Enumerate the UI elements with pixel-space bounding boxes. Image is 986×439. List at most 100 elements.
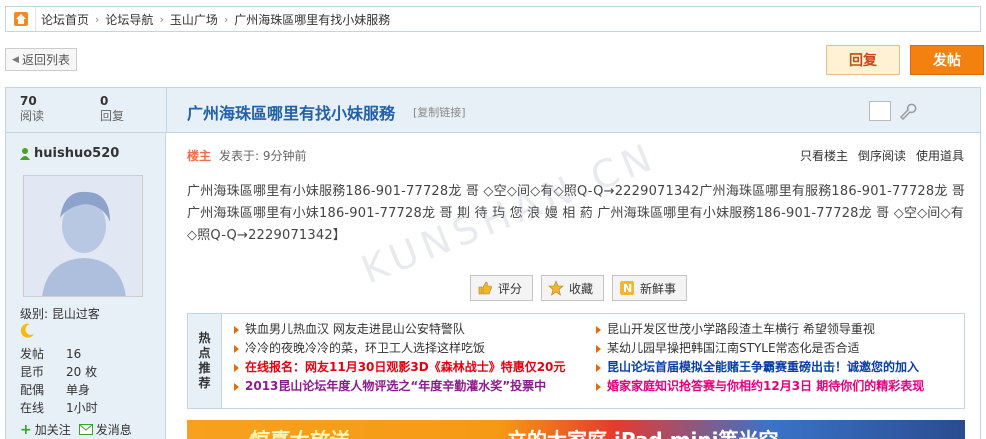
caret-left-icon: ◀ [12,54,19,65]
bullet-arrow-icon [234,382,239,391]
favorite-button[interactable]: 收藏 [541,275,605,301]
hot-item[interactable]: 昆山开发区世茂小学路段渣土车横行 希望领导重视 [596,320,924,339]
hot-item-link[interactable]: 冷冷的夜晚冷冷的菜，环卫工人选择这样吃饭 [245,339,485,358]
views-stat: 70 阅读 [6,88,86,132]
hot-item-link[interactable]: 昆山论坛首届模拟全能赌王争霸赛重磅出击！诚邀您的加入 [607,358,919,377]
rate-button[interactable]: 评分 [470,275,534,301]
reverse-order-link[interactable]: 倒序阅读 [858,147,906,164]
info-value: 1小时 [66,401,98,415]
hot-label-char: 点 [198,346,211,360]
post-links: 只看楼主 倒序阅读 使用道具 [800,147,964,164]
avatar[interactable] [23,175,143,297]
share-news-button[interactable]: N 新鲜事 [612,275,688,301]
user-online-icon [20,148,30,160]
replies-count: 0 [100,94,109,108]
post-time: 发表于: 9分钟前 [219,149,307,163]
hot-item-link[interactable]: 在线报名：网友11月30日观影3D《森林战士》特惠仅20元 [245,358,565,377]
new-post-button[interactable]: 发帖 [910,45,984,75]
star-icon [548,280,564,296]
bullet-arrow-icon [234,325,239,334]
hot-list-left: 铁血男儿热血汉 网友走进昆山公安特警队 冷冷的夜晚冷冷的菜，环卫工人选择这样吃饭在… [234,320,565,396]
post-meta: 楼主 发表于: 9分钟前 [187,147,307,164]
plus-icon: + [20,421,32,438]
info-row: 昆币 20 枚 [20,363,98,381]
back-label: 返回列表 [21,53,70,67]
info-key: 配偶 [20,383,45,397]
author-name[interactable]: huishuo520 [19,146,119,161]
news-icon: N [620,281,635,295]
ad-banner[interactable]: 惊喜大放送 立的大家庭 iPad mini等米空 [187,420,965,439]
svg-text:N: N [623,282,632,295]
hot-recommend-label: 热 点 推 荐 [188,314,222,408]
views-count: 70 [20,94,37,108]
hot-item[interactable]: 某幼儿园早操把韩国江南STYLE常态化是否合适 [596,339,924,358]
hot-item-link[interactable]: 铁血男儿热血汉 网友走进昆山公安特警队 [245,320,465,339]
thread-stats: 70 阅读 0 回复 [6,88,166,132]
breadcrumb-thread[interactable]: 广州海珠區哪里有找小妹服務 [229,11,395,28]
home-icon[interactable] [6,7,36,31]
thread-header: 70 阅读 0 回复 广州海珠區哪里有找小妹服務 [复制链接] [5,87,981,133]
replies-label: 回复 [100,109,125,123]
breadcrumb-nav[interactable]: 论坛导航 [100,11,158,28]
back-to-list-button[interactable]: ◀ 返回列表 [5,48,77,71]
replies-stat: 0 回复 [86,88,166,132]
use-tool-link[interactable]: 使用道具 [916,147,964,164]
info-key: 昆币 [20,365,45,379]
hot-item[interactable]: 冷冷的夜晚冷冷的菜，环卫工人选择这样吃饭 [234,339,565,358]
author-name-label: huishuo520 [34,146,120,161]
moon-icon [20,322,36,341]
floor-label: 楼主 [187,149,212,163]
info-key: 发帖 [20,347,45,361]
hot-label-char: 荐 [198,376,211,390]
thumbs-up-icon [478,281,492,295]
hot-item[interactable]: 2013昆山论坛年度人物评选之“年度辛勤灌水奖”投票中 [234,377,565,396]
hot-item-link[interactable]: 某幼儿园早操把韩国江南STYLE常态化是否合适 [607,339,860,358]
favorite-label: 收藏 [569,281,594,296]
banner-text-left: 惊喜大放送 [247,424,347,439]
post: huishuo520 级别: 昆山过客 发帖 16 昆币 20 枚 配偶 单身 在线 1… [5,133,981,439]
breadcrumb-forum[interactable]: 玉山广场 [165,11,223,28]
hot-item[interactable]: 在线报名：网友11月30日观影3D《森林战士》特惠仅20元 [234,358,565,377]
wrench-icon[interactable] [897,101,917,121]
message-label: 发消息 [95,423,132,437]
info-value: 单身 [66,383,91,397]
hot-item[interactable]: 昆山论坛首届模拟全能赌王争霸赛重磅出击！诚邀您的加入 [596,358,924,377]
banner-text: 立的大家庭 iPad mini等米空 [507,424,779,439]
bullet-arrow-icon [234,344,239,353]
views-label: 阅读 [20,109,45,123]
breadcrumb: 论坛首页 › 论坛导航 › 玉山广场 › 广州海珠區哪里有找小妹服務 [5,6,981,32]
hot-label-char: 推 [198,361,211,375]
copy-link[interactable]: [复制链接] [413,104,466,120]
message-button[interactable]: 发消息 [78,421,132,438]
hot-item-link[interactable]: 昆山开发区世茂小学路段渣土车横行 希望领导重视 [607,320,875,339]
breadcrumb-home[interactable]: 论坛首页 [36,11,94,28]
envelope-icon [78,424,93,435]
thread-title: 广州海珠區哪里有找小妹服務 [187,104,396,123]
hot-item[interactable]: 婚家家庭知识抢答赛与你相约12月3日 期待你们的精彩表现 [596,377,924,396]
author-info: 发帖 16 昆币 20 枚 配偶 单身 在线 1小时 [20,345,98,417]
share-news-label: 新鲜事 [640,281,677,296]
follow-button[interactable]: + 加关注 [20,421,71,438]
hot-label-char: 热 [198,331,211,345]
info-value: 20 枚 [66,365,98,379]
post-actions: 评分 收藏 N 新鲜事 [470,275,688,301]
author-sidebar: huishuo520 级别: 昆山过客 发帖 16 昆币 20 枚 配偶 单身 在线 1… [6,133,166,439]
hot-item-link[interactable]: 婚家家庭知识抢答赛与你相约12月3日 期待你们的精彩表现 [607,377,924,396]
divider [166,88,167,132]
hot-recommend: 热 点 推 荐 铁血男儿热血汉 网友走进昆山公安特警队 冷冷的夜晚冷冷的菜，环卫工… [187,313,965,409]
info-value: 16 [66,347,82,361]
hot-item-link[interactable]: 2013昆山论坛年度人物评选之“年度辛勤灌水奖”投票中 [245,377,546,396]
info-row: 发帖 16 [20,345,98,363]
user-level: 级别: 昆山过客 [20,307,100,321]
follow-label: 加关注 [34,423,71,437]
hot-list-right: 昆山开发区世茂小学路段渣土车横行 希望领导重视 某幼儿园早操把韩国江南STYLE常… [596,320,924,396]
only-author-link[interactable]: 只看楼主 [800,147,848,164]
rate-label: 评分 [498,281,523,296]
info-row: 配偶 单身 [20,381,98,399]
bullet-arrow-icon [596,344,601,353]
hot-item[interactable]: 铁血男儿热血汉 网友走进昆山公安特警队 [234,320,565,339]
author-actions: + 加关注 发消息 [20,421,132,438]
post-main: 楼主 发表于: 9分钟前 只看楼主 倒序阅读 使用道具 广州海珠區哪里有小妹服務… [167,133,980,439]
checkbox[interactable] [869,101,891,121]
reply-button[interactable]: 回复 [826,45,900,75]
